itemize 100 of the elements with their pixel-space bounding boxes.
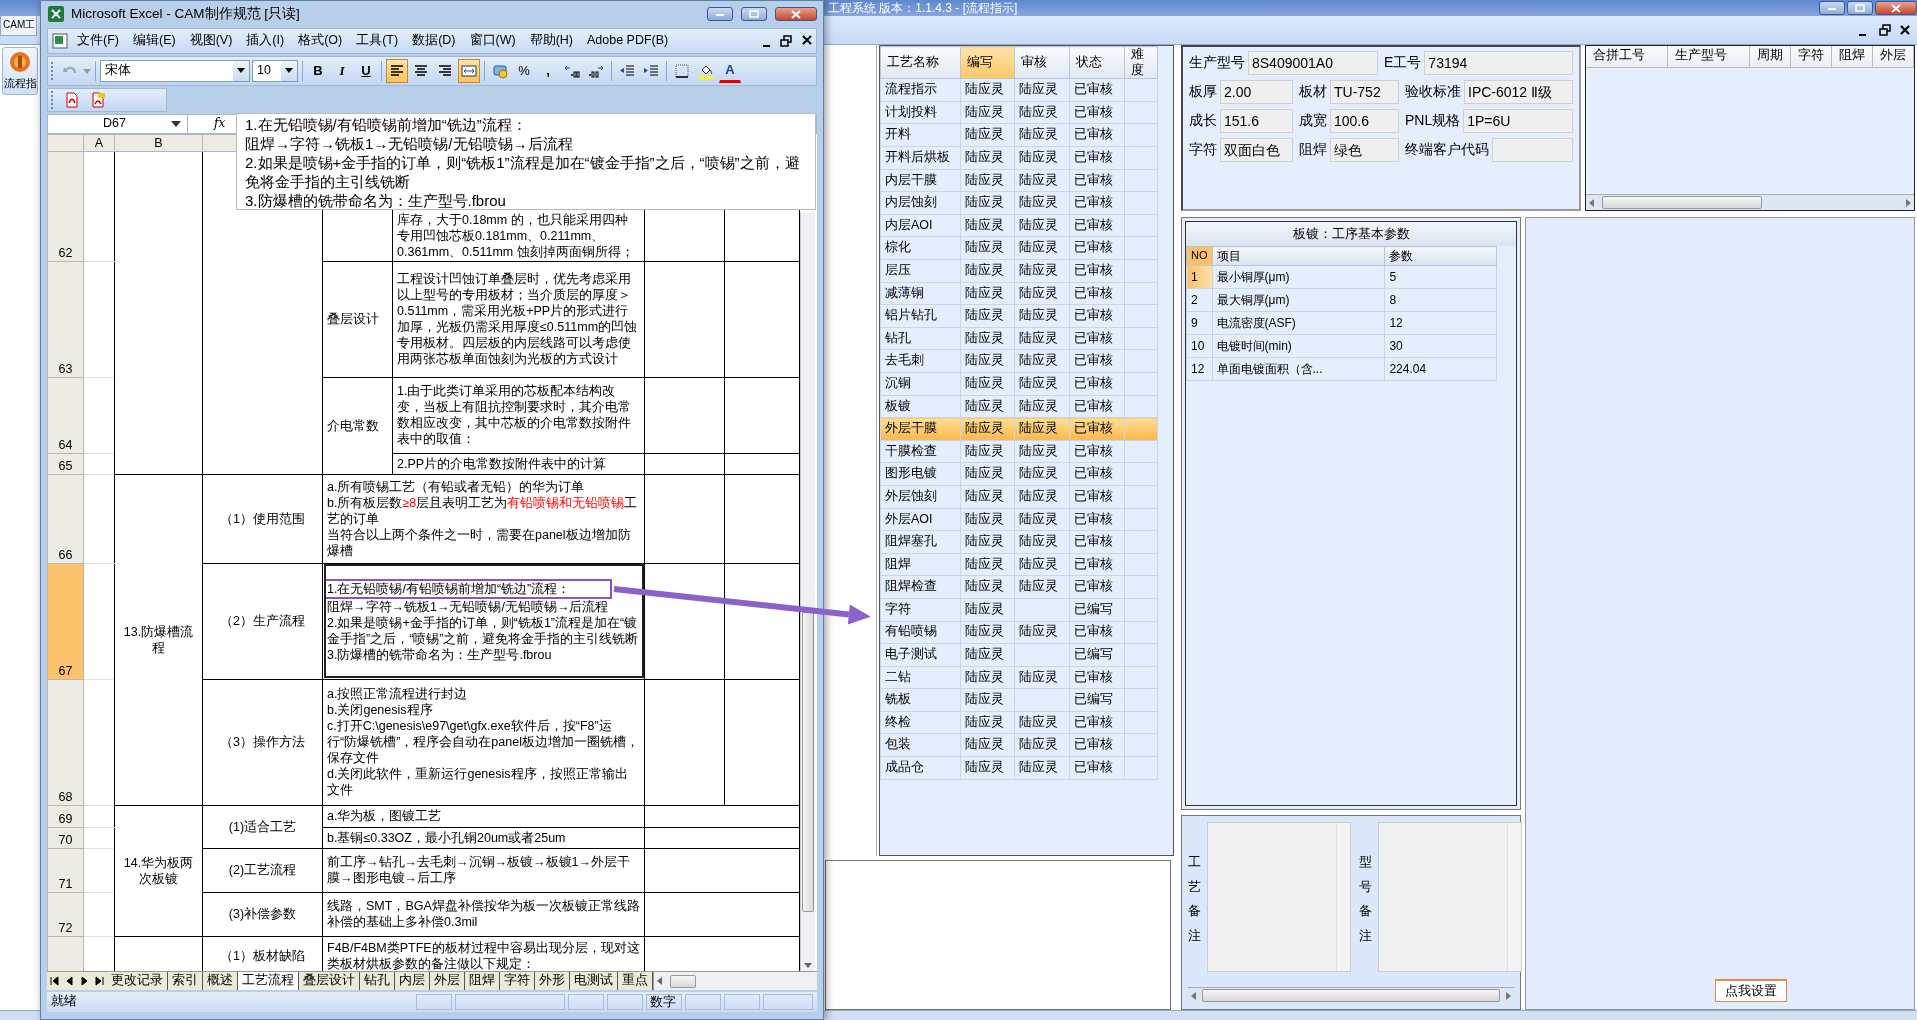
- table-cell[interactable]: 陆应灵: [960, 688, 1015, 712]
- table-cell[interactable]: 陆应灵: [1014, 711, 1070, 734]
- table-cell[interactable]: 去毛刺: [880, 349, 961, 373]
- table-cell[interactable]: 棕化: [880, 236, 961, 260]
- table-cell[interactable]: 224.04: [1384, 357, 1497, 381]
- table-cell[interactable]: 陆应灵: [1014, 169, 1070, 192]
- table-cell[interactable]: 陆应灵: [960, 169, 1015, 192]
- menu-item[interactable]: 文件(F): [70, 33, 126, 49]
- table-cell[interactable]: 已审核: [1069, 553, 1125, 576]
- font-color-button[interactable]: A: [719, 58, 741, 83]
- table-cell[interactable]: 已审核: [1069, 236, 1125, 260]
- table-cell[interactable]: 陆应灵: [960, 621, 1015, 644]
- table-cell[interactable]: 陆应灵: [960, 711, 1015, 734]
- horizontal-scrollbar[interactable]: [653, 972, 817, 991]
- column-header[interactable]: 外层: [1873, 46, 1914, 67]
- scroll-thumb[interactable]: [1202, 989, 1500, 1002]
- table-cell[interactable]: 板镀: [880, 395, 961, 418]
- row-header[interactable]: 66: [47, 474, 84, 564]
- text-field[interactable]: IPC-6012 Ⅱ级: [1464, 80, 1573, 104]
- maximize-button[interactable]: [1847, 1, 1873, 15]
- table-cell[interactable]: 已审核: [1069, 304, 1125, 328]
- table-cell[interactable]: 陆应灵: [1014, 259, 1070, 283]
- table-cell[interactable]: 陆应灵: [1014, 666, 1070, 689]
- table-cell[interactable]: 陆应灵: [960, 191, 1015, 215]
- scroll-thumb[interactable]: [802, 611, 814, 912]
- table-cell[interactable]: 沉铜: [880, 372, 961, 396]
- text-field[interactable]: 8S409001A0: [1248, 51, 1378, 75]
- scroll-thumb[interactable]: [1602, 196, 1762, 209]
- menu-item[interactable]: Adobe PDF(B): [580, 33, 676, 49]
- scroll-right-icon[interactable]: [1506, 991, 1511, 1000]
- merge-button[interactable]: [458, 58, 480, 83]
- table-cell[interactable]: 陆应灵: [960, 575, 1015, 599]
- table-cell[interactable]: 陆应灵: [1014, 304, 1070, 328]
- table-cell[interactable]: 陆应灵: [960, 146, 1015, 170]
- column-header[interactable]: 周期: [1750, 46, 1791, 67]
- column-header[interactable]: 字符: [1791, 46, 1832, 67]
- table-cell[interactable]: 30: [1384, 334, 1497, 358]
- column-header[interactable]: 状态: [1069, 46, 1125, 79]
- table-cell[interactable]: 内层干膜: [880, 169, 961, 192]
- table-cell[interactable]: 已审核: [1069, 440, 1125, 463]
- table-cell[interactable]: 陆应灵: [1014, 440, 1070, 463]
- table-cell[interactable]: 已审核: [1069, 191, 1125, 215]
- text-field[interactable]: 绿色: [1330, 138, 1399, 162]
- table-cell[interactable]: 已审核: [1069, 259, 1125, 283]
- text-field[interactable]: 2.00: [1220, 80, 1293, 104]
- restore-button[interactable]: [1879, 24, 1891, 36]
- table-cell[interactable]: 二钻: [880, 666, 961, 689]
- sheet-tab[interactable]: 工艺流程: [238, 972, 299, 991]
- table-cell[interactable]: 陆应灵: [1014, 530, 1070, 554]
- text-field[interactable]: 100.6: [1330, 109, 1399, 133]
- text-field[interactable]: 双面白色: [1220, 138, 1293, 162]
- table-cell[interactable]: 陆应灵: [960, 282, 1015, 305]
- table-cell[interactable]: 电镀时间(min): [1212, 334, 1385, 358]
- table-cell[interactable]: 陆应灵: [960, 508, 1015, 531]
- column-header[interactable]: NO: [1186, 246, 1212, 266]
- text-field[interactable]: 73194: [1424, 51, 1573, 75]
- table-cell[interactable]: 减薄铜: [880, 282, 961, 305]
- scroll-left-icon[interactable]: [1589, 198, 1594, 207]
- table-cell[interactable]: 铣板: [880, 688, 961, 712]
- table-cell[interactable]: 陆应灵: [1014, 327, 1070, 350]
- column-header[interactable]: 项目: [1212, 246, 1385, 266]
- table-cell[interactable]: 陆应灵: [1014, 78, 1070, 102]
- table-cell[interactable]: 陆应灵: [1014, 349, 1070, 373]
- table-cell[interactable]: 计划投料: [880, 101, 961, 124]
- table-cell[interactable]: 开料: [880, 123, 961, 147]
- table-cell[interactable]: 已审核: [1069, 123, 1125, 147]
- font-size-dropdown[interactable]: 10: [252, 59, 298, 82]
- close-button[interactable]: [1875, 1, 1917, 15]
- table-cell[interactable]: 电子测试: [880, 643, 961, 667]
- row-header[interactable]: 70: [47, 827, 84, 849]
- column-header[interactable]: B: [114, 134, 203, 152]
- table-cell[interactable]: 阻焊塞孔: [880, 530, 961, 554]
- table-cell[interactable]: 外层AOI: [880, 508, 961, 531]
- table-cell[interactable]: 已审核: [1069, 349, 1125, 373]
- toolbar-handle[interactable]: [51, 90, 54, 109]
- table-cell[interactable]: 陆应灵: [1014, 101, 1070, 124]
- table-cell[interactable]: 字符: [880, 598, 961, 621]
- table-cell[interactable]: 电流密度(ASF): [1212, 311, 1385, 335]
- table-cell[interactable]: 陆应灵: [960, 372, 1015, 396]
- table-cell[interactable]: 已审核: [1069, 169, 1125, 192]
- menu-item[interactable]: 视图(V): [182, 33, 240, 49]
- column-header[interactable]: 编写: [960, 46, 1015, 79]
- column-header[interactable]: 阻焊: [1832, 46, 1873, 67]
- underline-button[interactable]: U: [355, 58, 377, 83]
- table-cell[interactable]: 陆应灵: [960, 462, 1015, 486]
- table-cell[interactable]: 陆应灵: [1014, 146, 1070, 170]
- table-cell[interactable]: 陆应灵: [960, 214, 1015, 237]
- function-label[interactable]: fx: [214, 116, 226, 132]
- table-cell[interactable]: 最大铜厚(μm): [1212, 288, 1385, 312]
- document-tab[interactable]: CAM工: [0, 16, 37, 36]
- align-left-button[interactable]: [386, 58, 408, 83]
- menu-item[interactable]: 帮助(H): [522, 33, 580, 49]
- scroll-thumb[interactable]: [670, 974, 696, 988]
- table-cell[interactable]: 内层蚀刻: [880, 191, 961, 215]
- table-cell[interactable]: 1: [1186, 265, 1212, 289]
- scroll-left-icon[interactable]: [657, 977, 662, 986]
- table-cell[interactable]: 已审核: [1069, 282, 1125, 305]
- table-cell[interactable]: 已审核: [1069, 530, 1125, 554]
- table-cell[interactable]: 内层AOI: [880, 214, 961, 237]
- table-cell[interactable]: 5: [1384, 265, 1497, 289]
